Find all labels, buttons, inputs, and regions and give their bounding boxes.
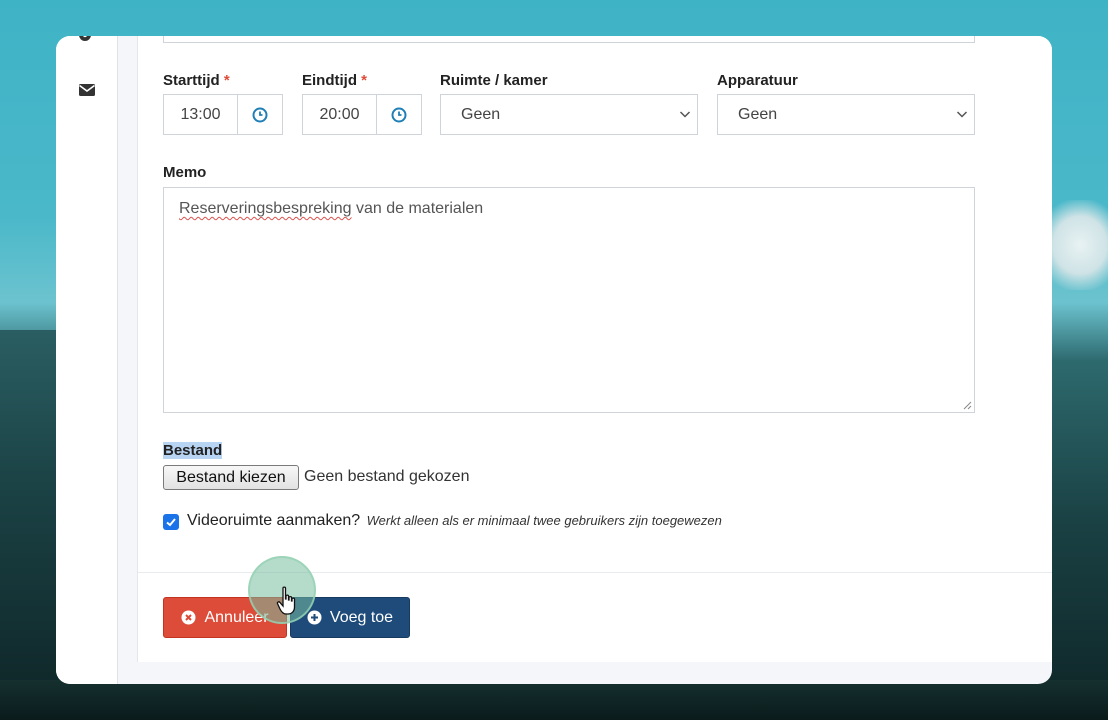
background-hill-right (1048, 360, 1108, 720)
file-label-text: Bestand (163, 442, 223, 459)
memo-label: Memo (163, 164, 207, 181)
required-mark: * (361, 72, 368, 89)
background-ground (0, 680, 1108, 720)
start-time-label: Starttijd * (163, 72, 230, 89)
room-selected-value: Geen (461, 105, 501, 123)
file-label: Bestand (163, 442, 223, 459)
start-time-input[interactable]: 13:00 (164, 95, 238, 134)
video-room-hint: Werkt alleen als er minimaal twee gebrui… (366, 513, 722, 528)
end-time-input[interactable]: 20:00 (303, 95, 377, 134)
form-body: Starttijd * 13:00 Eindtijd * 20:00 Ruimt… (138, 36, 1052, 572)
gear-icon[interactable] (78, 36, 92, 42)
room-label: Ruimte / kamer (440, 72, 548, 89)
resize-handle-icon[interactable] (962, 400, 972, 410)
envelope-icon[interactable] (78, 82, 96, 98)
sidebar (56, 36, 118, 684)
end-time-picker[interactable] (377, 95, 421, 134)
end-time-group: 20:00 (302, 94, 422, 135)
add-button-label: Voeg toe (329, 608, 394, 626)
end-time-label: Eindtijd * (302, 72, 367, 89)
memo-textarea[interactable]: Reserveringsbespreking van de materialen (163, 187, 975, 413)
start-time-picker[interactable] (238, 95, 282, 134)
choose-file-button[interactable]: Bestand kiezen (163, 465, 299, 490)
clock-icon (391, 107, 407, 122)
start-time-group: 13:00 (163, 94, 283, 135)
hand-cursor-icon (276, 586, 296, 615)
chevron-down-icon (956, 111, 968, 118)
equipment-selected-value: Geen (738, 105, 778, 123)
video-room-checkbox[interactable] (163, 514, 179, 530)
equipment-select[interactable]: Geen (717, 94, 975, 135)
video-room-label-text: Videoruimte aanmaken? (187, 512, 361, 529)
clock-icon (252, 107, 268, 122)
plus-circle-icon (307, 610, 322, 625)
checkmark-icon (166, 518, 176, 527)
chevron-down-icon (679, 111, 691, 118)
close-circle-icon (181, 610, 196, 625)
room-select[interactable]: Geen (440, 94, 698, 135)
memo-misspelled-word: Reserveringsbespreking (179, 200, 352, 217)
equipment-label: Apparatuur (717, 72, 798, 89)
app-window: Starttijd * 13:00 Eindtijd * 20:00 Ruimt… (56, 36, 1052, 684)
file-status: Geen bestand gekozen (304, 468, 470, 485)
start-time-label-text: Starttijd (163, 72, 220, 89)
memo-text: van de materialen (351, 200, 484, 217)
background-hill-left (0, 330, 60, 720)
video-room-label: Videoruimte aanmaken? Werkt alleen als e… (187, 512, 722, 530)
required-mark: * (223, 72, 230, 89)
previous-field[interactable] (163, 36, 975, 43)
end-time-label-text: Eindtijd (302, 72, 357, 89)
